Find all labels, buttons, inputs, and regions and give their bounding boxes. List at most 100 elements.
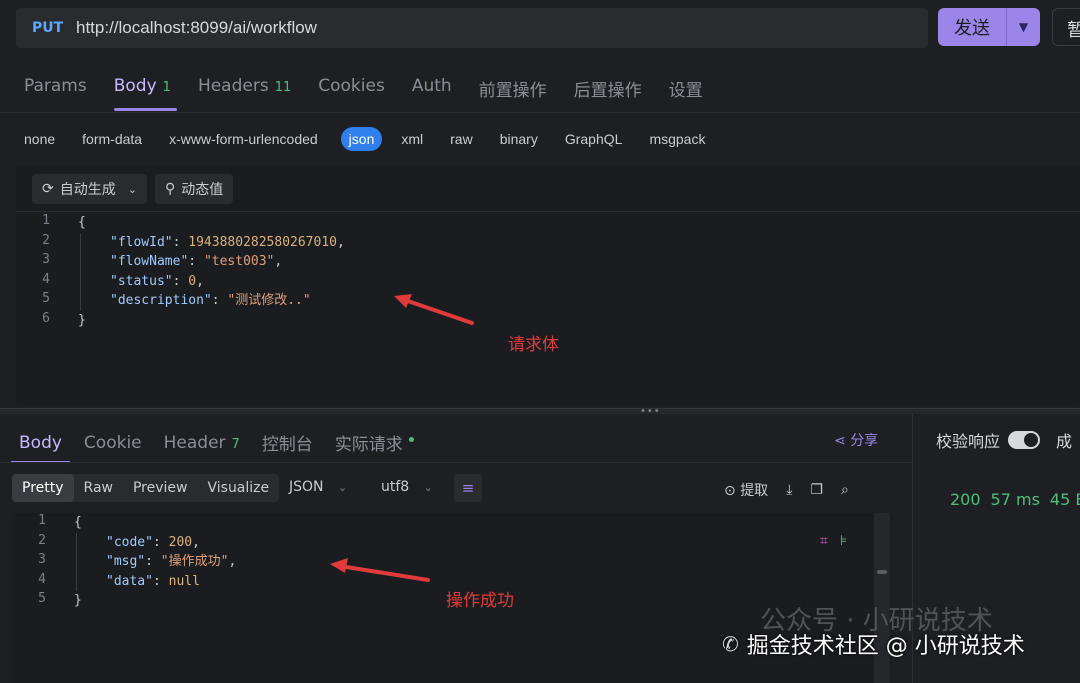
dynamic-value-button[interactable]: ⚲ 动态值 [154,174,234,204]
tab-2[interactable]: Headers 11 [198,76,291,111]
body-type-7[interactable]: GraphQL [565,131,623,147]
tab-4[interactable]: Auth [412,76,452,111]
copy-icon[interactable]: ❐ [810,482,823,498]
status-code: 200 [950,490,981,509]
send-label[interactable]: 发送 [938,8,1006,46]
json-colon: : [211,293,228,309]
line-number: 6 [42,311,50,326]
response-time: 57 ms [990,490,1040,509]
format-select[interactable]: JSON ⌄ [289,479,347,495]
share-button[interactable]: ⋖ 分享 [834,430,878,450]
wrap-lines-icon[interactable]: ≡ [454,474,482,502]
auto-generate-button[interactable]: ⟳ 自动生成 ⌄ [32,174,147,204]
body-type-0[interactable]: none [24,131,55,147]
response-tab-0[interactable]: Body [11,433,70,463]
code-line: "data": null [106,572,200,592]
view-mode-3[interactable]: Visualize [197,474,279,502]
tab-label: 设置 [668,81,703,101]
code-line: "description": "测试修改.." [110,291,311,311]
body-type-4[interactable]: xml [401,131,423,147]
tab-3[interactable]: Cookies [318,76,385,111]
response-tools: ⊙ 提取 ⤓ ❐ ⌕ [724,480,849,500]
tab-0[interactable]: Params [24,76,87,111]
annotation-request-body: 请求体 [508,335,559,355]
wand-icon: ⚲ [164,181,176,197]
watermark: ✆ 掘金技术社区 @ 小研说技术 [722,628,1025,660]
download-icon[interactable]: ⤓ [786,482,792,498]
json-key: "description" [110,293,212,309]
verify-toggle[interactable] [1008,431,1041,449]
chevron-down-icon[interactable]: ▼ [1006,8,1040,46]
json-key: "flowName" [110,254,189,270]
response-tab-2[interactable]: Header 7 [164,433,240,463]
watermark-text: 掘金技术社区 @ 小研说技术 [746,634,1025,659]
json-colon: : [152,534,169,550]
view-mode-0[interactable]: Pretty [12,474,74,502]
editor-toolbar: ⟳ 自动生成 ⌄ ⚲ 动态值 [32,174,234,204]
indent-guide [80,232,81,311]
json-key: "flowId" [110,234,173,250]
send-button[interactable]: 发送 ▼ [938,8,1040,46]
response-tab-3[interactable]: 控制台 [262,430,313,465]
focus-icon[interactable]: ⌗ [820,533,828,549]
tab-label: Headers [197,76,269,96]
brace-open: { [74,515,82,530]
view-mode-2[interactable]: Preview [123,474,198,502]
body-type-6[interactable]: binary [500,131,538,147]
view-mode-1[interactable]: Raw [74,474,123,502]
code-line: "code": 200, [106,533,200,553]
tab-1[interactable]: Body 1 [113,76,178,111]
divider [0,112,1080,113]
response-tab-4[interactable]: 实际请求 [335,430,414,465]
json-key: "status" [110,273,173,289]
line-number: 4 [38,571,46,587]
encoding-select[interactable]: utf8 ⌄ [381,479,433,495]
body-type-3[interactable]: json [340,127,383,151]
grip-icon[interactable]: ••• [640,406,661,417]
brace-close: } [74,593,82,609]
panel-splitter[interactable] [0,408,1080,414]
align-icon[interactable]: ⊧ [840,533,847,549]
line-number: 3 [38,552,46,568]
chevron-down-icon: ⌄ [423,481,433,494]
body-type-5[interactable]: raw [450,131,473,147]
url-bar[interactable]: PUT http://localhost:8099/ai/workflow [16,8,928,48]
dynamic-value-label: 动态值 [181,182,224,198]
body-type-8[interactable]: msgpack [649,131,705,147]
extract-icon: ⊙ [724,483,736,499]
method-select[interactable]: PUT [32,20,76,36]
request-tabs: Params Body 1 Headers 11 Cookies Auth 前置操作 后置操作 设… [24,76,730,111]
save-button[interactable]: 暂 [1052,8,1080,46]
json-value: null [168,573,200,589]
tab-count-badge: 7 [231,436,240,452]
annotation-response: 操作成功 [446,591,514,611]
json-colon: : [152,573,169,589]
json-value: "操作成功" [160,554,229,570]
auto-generate-label: 自动生成 [59,182,116,198]
json-colon: : [145,554,161,570]
divider [0,462,912,463]
tab-label: Params [24,76,87,96]
tab-label: Body [113,76,157,96]
line-number: 1 [38,513,46,528]
response-stats: 200 57 ms 45 B [950,490,1080,509]
json-key: "data" [106,573,153,589]
verify-label: 校验响应 [936,432,1001,451]
tab-6[interactable]: 后置操作 [574,76,642,111]
url-input[interactable]: http://localhost:8099/ai/workflow [76,18,317,38]
body-type-2[interactable]: x-www-form-urlencoded [169,131,318,147]
tab-label: 后置操作 [573,81,642,101]
json-comma: , [274,254,283,270]
code-line: "status": 0, [110,272,204,292]
tab-count-badge: 1 [162,80,171,95]
body-type-1[interactable]: form-data [82,131,142,147]
json-comma: , [196,273,204,289]
search-icon[interactable]: ⌕ [841,482,849,498]
scrollbar-thumb[interactable] [877,570,887,574]
tab-7[interactable]: 设置 [669,76,703,111]
response-tab-1[interactable]: Cookie [84,433,142,463]
json-value: "test003" [203,254,275,270]
tab-5[interactable]: 前置操作 [479,76,547,111]
extract-button[interactable]: ⊙ 提取 [724,480,768,500]
chevron-down-icon: ⌄ [127,182,137,196]
